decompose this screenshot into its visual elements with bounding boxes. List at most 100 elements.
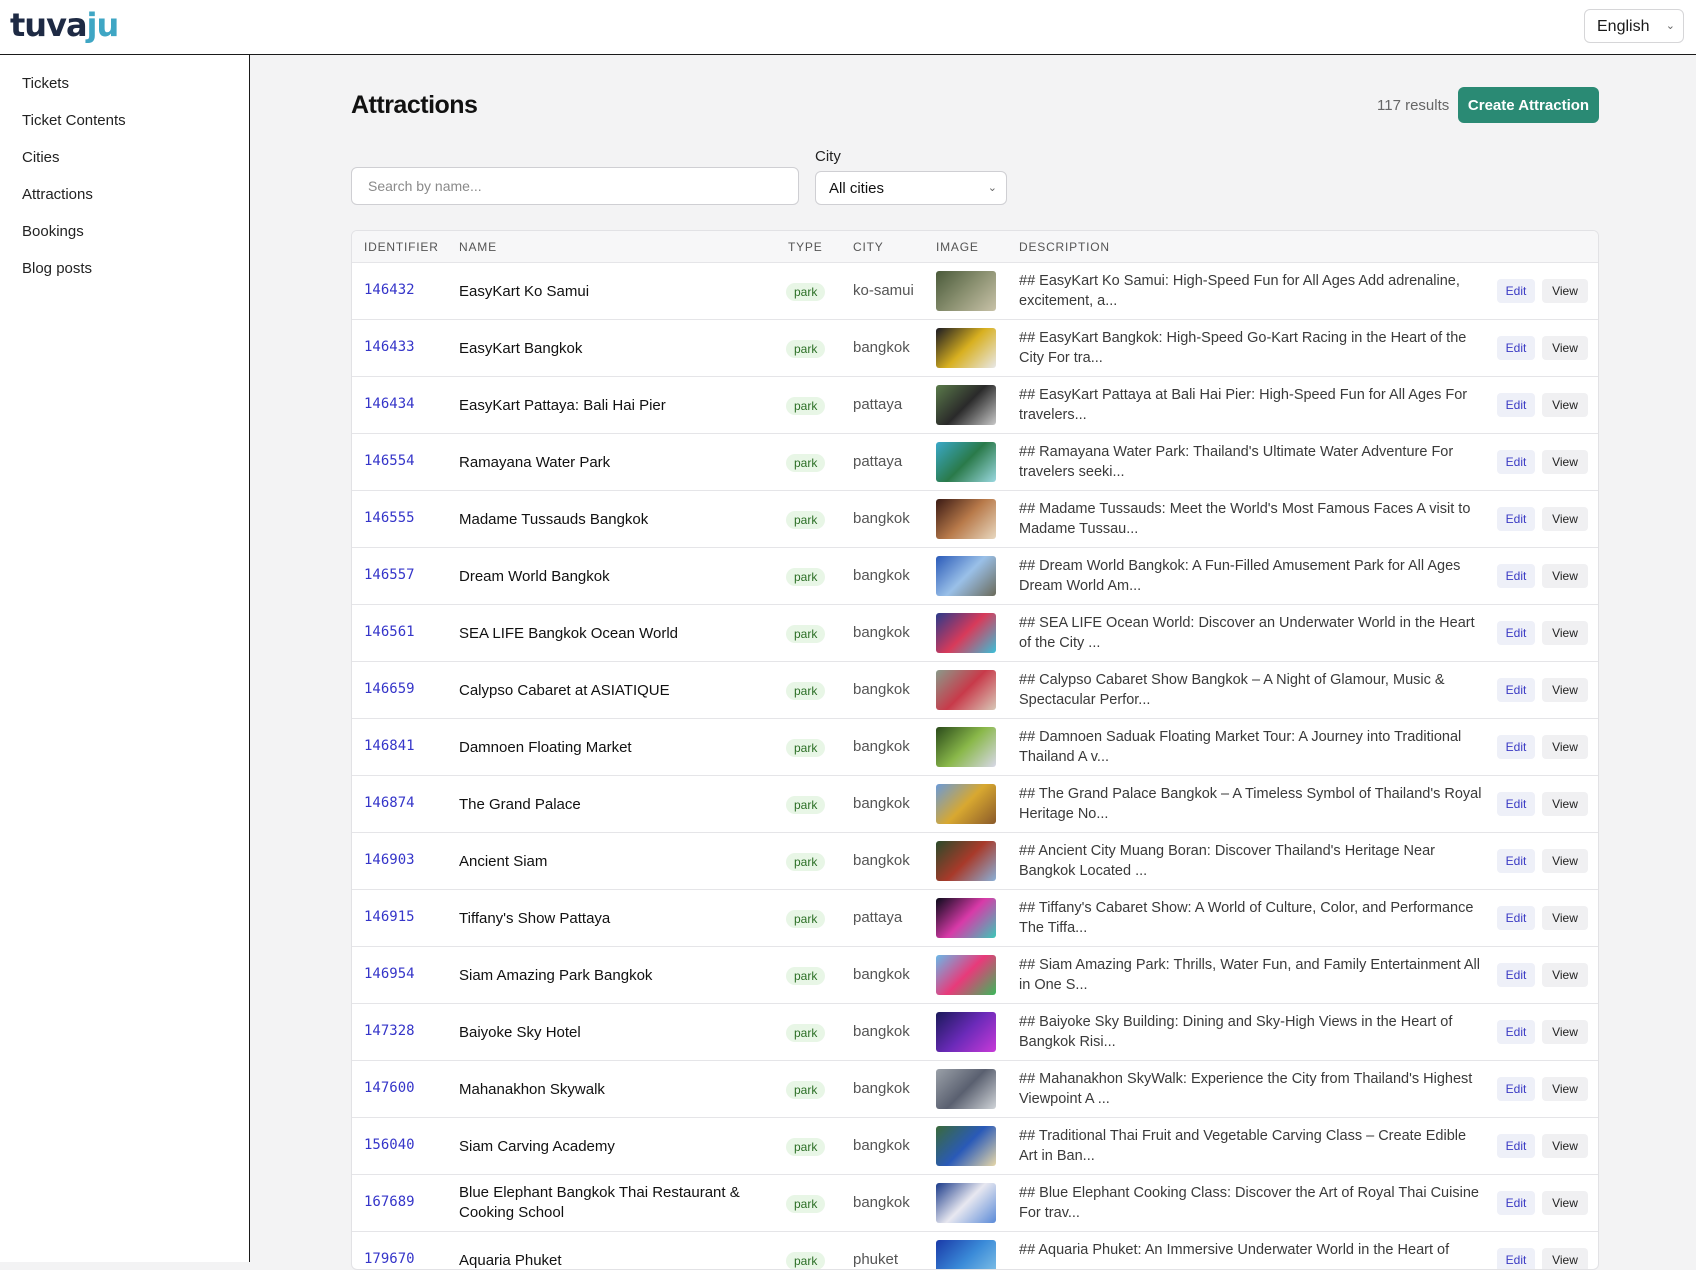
attraction-id-link[interactable]: 146554 [364,453,415,469]
language-select-value: English [1597,18,1650,35]
attraction-id-link[interactable]: 146561 [364,624,415,640]
edit-button[interactable]: Edit [1497,678,1535,702]
table-row: 146561 SEA LIFE Bangkok Ocean World park ba… [352,605,1598,662]
edit-button[interactable]: Edit [1497,906,1535,930]
attraction-thumbnail [936,499,996,539]
attraction-id-link[interactable]: 156040 [364,1137,415,1153]
language-select[interactable]: English ⌄ [1584,9,1684,43]
attraction-id-link[interactable]: 146557 [364,567,415,583]
attraction-description: ## Baiyoke Sky Building: Dining and Sky-… [1019,1014,1453,1050]
edit-button[interactable]: Edit [1497,393,1535,417]
attraction-description: ## EasyKart Ko Samui: High-Speed Fun for… [1019,273,1460,309]
view-button[interactable]: View [1542,336,1588,360]
attraction-name: Ramayana Water Park [459,454,611,471]
sidebar-item-cities[interactable]: Cities [22,149,60,166]
attraction-name: Dream World Bangkok [459,568,610,585]
view-button[interactable]: View [1542,849,1588,873]
column-header-city: CITY [853,240,884,254]
attraction-name: SEA LIFE Bangkok Ocean World [459,625,679,642]
attraction-thumbnail [936,1183,996,1223]
attraction-id-link[interactable]: 146433 [364,339,415,355]
edit-button[interactable]: Edit [1497,450,1535,474]
attraction-id-link[interactable]: 146555 [364,510,415,526]
edit-button[interactable]: Edit [1497,792,1535,816]
view-button[interactable]: View [1542,906,1588,930]
attraction-description: ## Madame Tussauds: Meet the World's Mos… [1019,501,1471,537]
view-button[interactable]: View [1542,1191,1588,1215]
view-button[interactable]: View [1542,393,1588,417]
type-badge: park [786,397,826,415]
attraction-name: Aquaria Phuket [459,1252,562,1269]
edit-button[interactable]: Edit [1497,507,1535,531]
type-badge: park [786,454,826,472]
edit-button[interactable]: Edit [1497,735,1535,759]
table-row: 146659 Calypso Cabaret at ASIATIQUE park ba… [352,662,1598,719]
view-button[interactable]: View [1542,1077,1588,1101]
tuvaju-logo[interactable]: tuvaju [10,6,119,44]
city-filter-label: City [815,148,841,165]
table-row: 146555 Madame Tussauds Bangkok park bangkok… [352,491,1598,548]
attraction-description: ## Aquaria Phuket: An Immersive Underwat… [1019,1242,1450,1258]
attraction-description: ## The Grand Palace Bangkok – A Timeless… [1019,786,1482,822]
attraction-thumbnail [936,670,996,710]
sidebar: Tickets Ticket Contents Cities Attractio… [0,55,250,1262]
main-content: Attractions 117 results Create Attractio… [251,56,1696,1270]
sidebar-item-bookings[interactable]: Bookings [22,223,84,240]
attraction-name: Tiffany's Show Pattaya [459,910,611,927]
view-button[interactable]: View [1542,621,1588,645]
attraction-description: ## EasyKart Pattaya at Bali Hai Pier: Hi… [1019,387,1468,423]
sidebar-item-tickets[interactable]: Tickets [22,75,69,92]
sidebar-item-ticket-contents[interactable]: Ticket Contents [22,112,126,129]
type-badge: park [786,910,826,928]
attraction-city: bangkok [853,795,910,812]
attraction-id-link[interactable]: 146432 [364,282,415,298]
edit-button[interactable]: Edit [1497,1191,1535,1215]
edit-button[interactable]: Edit [1497,1248,1535,1269]
view-button[interactable]: View [1542,1020,1588,1044]
attraction-name: Madame Tussauds Bangkok [459,511,649,528]
sidebar-item-attractions[interactable]: Attractions [22,186,93,203]
attraction-id-link[interactable]: 147328 [364,1023,415,1039]
create-attraction-button[interactable]: Create Attraction [1458,87,1599,123]
type-badge: park [786,1081,826,1099]
edit-button[interactable]: Edit [1497,849,1535,873]
view-button[interactable]: View [1542,507,1588,531]
view-button[interactable]: View [1542,564,1588,588]
edit-button[interactable]: Edit [1497,1020,1535,1044]
edit-button[interactable]: Edit [1497,621,1535,645]
view-button[interactable]: View [1542,678,1588,702]
attraction-id-link[interactable]: 147600 [364,1080,415,1096]
attraction-city: bangkok [853,966,910,983]
city-filter-select[interactable]: All cities ⌄ [815,171,1007,205]
type-badge: park [786,853,826,871]
chevron-down-icon: ⌄ [1665,20,1675,32]
view-button[interactable]: View [1542,963,1588,987]
edit-button[interactable]: Edit [1497,564,1535,588]
attraction-id-link[interactable]: 146915 [364,909,415,925]
attraction-id-link[interactable]: 146903 [364,852,415,868]
attraction-description: ## Blue Elephant Cooking Class: Discover… [1019,1185,1479,1221]
attraction-id-link[interactable]: 146659 [364,681,415,697]
view-button[interactable]: View [1542,450,1588,474]
view-button[interactable]: View [1542,279,1588,303]
edit-button[interactable]: Edit [1497,963,1535,987]
edit-button[interactable]: Edit [1497,1134,1535,1158]
sidebar-item-blog-posts[interactable]: Blog posts [22,260,92,277]
attraction-id-link[interactable]: 146841 [364,738,415,754]
attraction-id-link[interactable]: 146874 [364,795,415,811]
view-button[interactable]: View [1542,1248,1588,1269]
view-button[interactable]: View [1542,1134,1588,1158]
attraction-name: EasyKart Bangkok [459,340,583,357]
view-button[interactable]: View [1542,735,1588,759]
view-button[interactable]: View [1542,792,1588,816]
attraction-id-link[interactable]: 146954 [364,966,415,982]
edit-button[interactable]: Edit [1497,1077,1535,1101]
type-badge: park [786,796,826,814]
edit-button[interactable]: Edit [1497,336,1535,360]
attraction-thumbnail [936,1012,996,1052]
attraction-id-link[interactable]: 179670 [364,1251,415,1267]
search-input[interactable] [351,167,799,205]
attraction-id-link[interactable]: 167689 [364,1194,415,1210]
attraction-id-link[interactable]: 146434 [364,396,415,412]
edit-button[interactable]: Edit [1497,279,1535,303]
